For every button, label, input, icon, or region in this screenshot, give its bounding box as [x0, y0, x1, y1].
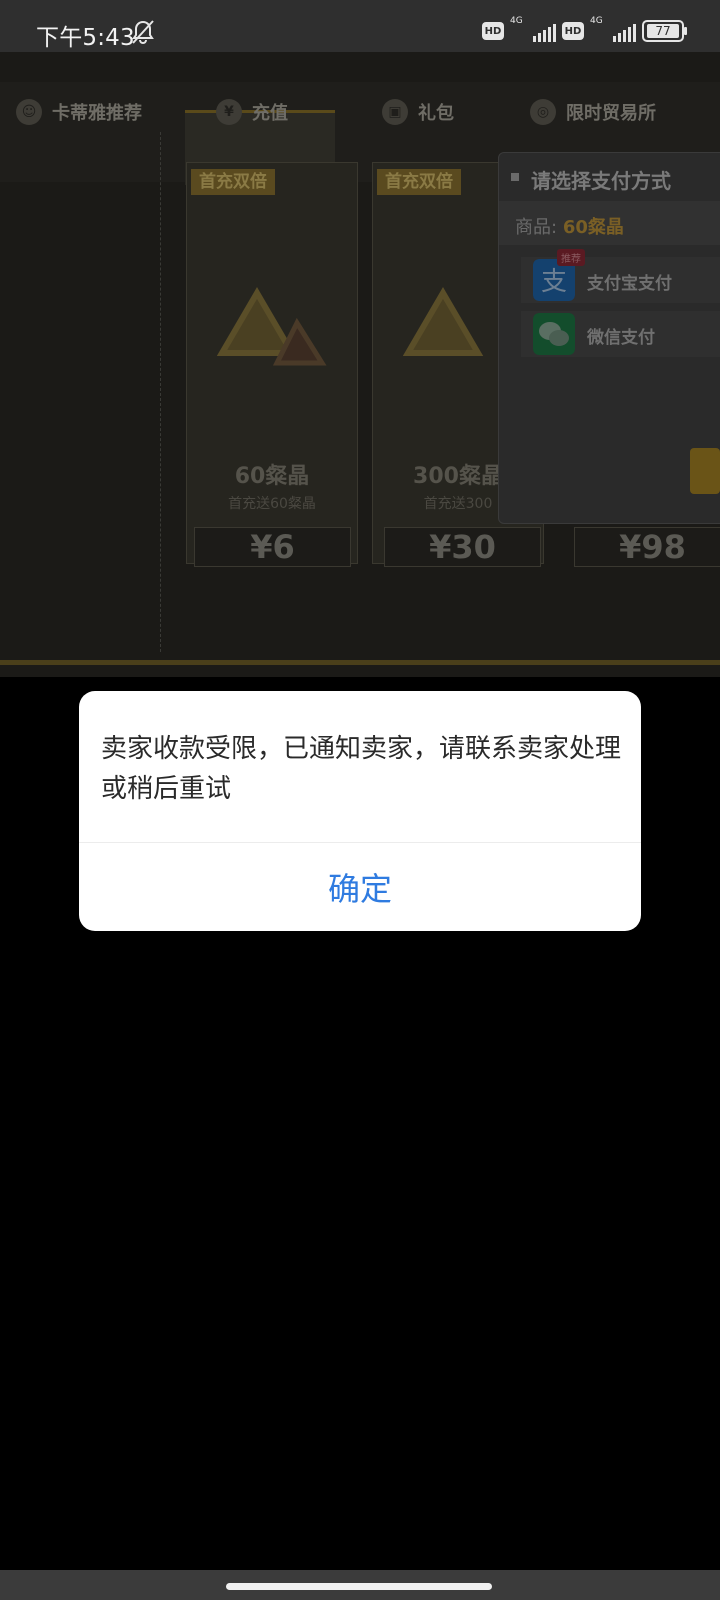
product-name: 60粲晶 — [562, 217, 624, 238]
alipay-label: 支付宝支付 — [587, 274, 672, 294]
confirm-edge — [690, 448, 720, 494]
payment-method-panel: 请选择支付方式 商品: 60粲晶 支 推荐 支付宝支付 微信支付 — [498, 152, 720, 524]
recommend-tag: 推荐 — [557, 249, 585, 266]
status-bar: 下午5:43 HD 4G HD 4G 77 — [0, 0, 720, 52]
alipay-option: 支 推荐 支付宝支付 — [521, 249, 720, 303]
battery-icon: 77 — [642, 20, 687, 42]
bottom-accent-strip — [0, 660, 720, 665]
alert-dialog: 卖家收款受限，已通知卖家，请联系卖家处理或稍后重试 确定 — [79, 691, 641, 931]
trade-icon: ◎ — [530, 99, 556, 125]
wechat-pay-label: 微信支付 — [587, 328, 655, 348]
hd-icon: HD — [562, 22, 584, 40]
left-panel — [0, 132, 161, 652]
status-time: 下午5:43 — [36, 25, 135, 51]
home-indicator[interactable] — [226, 1583, 492, 1590]
yen-coin-icon: ¥ — [216, 99, 242, 125]
tab-trade: ◎ 限时贸易所 — [530, 92, 656, 132]
card-amount: 60粲晶 — [234, 464, 310, 489]
payment-panel-title: 请选择支付方式 — [531, 169, 671, 193]
card-bonus: 首充送60粲晶 — [228, 496, 316, 512]
price-button: ¥98 — [574, 527, 720, 567]
confirm-button[interactable]: 确定 — [79, 843, 641, 931]
battery-level: 77 — [647, 24, 679, 38]
product-row: 商品: 60粲晶 — [499, 201, 720, 245]
crystal-icon — [217, 287, 327, 366]
character-icon: ☺ — [16, 99, 42, 125]
tab-recommend: ☺ 卡蒂雅推荐 — [16, 92, 142, 132]
gift-icon: ▣ — [382, 99, 408, 125]
status-icons: HD 4G HD 4G 77 — [482, 16, 687, 42]
navigation-bar — [0, 1570, 720, 1600]
wechat-pay-option: 微信支付 — [521, 311, 720, 357]
price-button: ¥6 — [194, 527, 351, 567]
recharge-card: 首充双倍 60粲晶 首充送60粲晶 — [186, 162, 358, 564]
svg-text:支: 支 — [541, 267, 567, 297]
price-button: ¥30 — [384, 527, 541, 567]
wechat-pay-icon — [533, 313, 575, 355]
tab-gift: ▣ 礼包 — [382, 92, 454, 132]
bell-muted-icon — [132, 20, 154, 45]
game-shop-background: ☺ 卡蒂雅推荐 ¥ 充值 ▣ 礼包 ◎ 限时贸易所 首充双倍 60粲晶 首充送6… — [0, 52, 720, 677]
dialog-message: 卖家收款受限，已通知卖家，请联系卖家处理或稍后重试 — [101, 734, 622, 804]
panel-title-marker — [511, 173, 519, 181]
tab-recharge: ¥ 充值 — [216, 92, 288, 132]
signal-icon: 4G — [590, 16, 636, 42]
card-badge: 首充双倍 — [377, 169, 461, 195]
card-badge: 首充双倍 — [191, 169, 275, 195]
signal-icon: 4G — [510, 16, 556, 42]
crystal-icon — [403, 287, 484, 356]
hd-icon: HD — [482, 22, 504, 40]
